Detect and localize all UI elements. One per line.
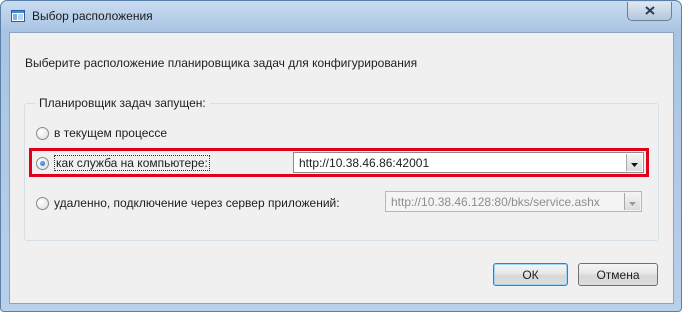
description-text: Выберите расположение планировщика задач… [25, 56, 418, 70]
service-url-dropdown[interactable] [626, 154, 642, 171]
option-in-process-label: в текущем процессе [54, 126, 168, 140]
chevron-down-icon [629, 195, 636, 209]
option-in-process[interactable]: в текущем процессе [36, 126, 167, 140]
dialog-window: Выбор расположения Выберите расположение… [0, 0, 682, 312]
remote-url-combo[interactable]: http://10.38.46.128:80/bks/service.ashx [385, 191, 642, 212]
ok-button[interactable]: ОК [493, 263, 568, 286]
close-icon [644, 4, 655, 18]
title-bar[interactable]: Выбор расположения [1, 1, 681, 31]
option-service[interactable]: как служба на компьютере: [36, 155, 210, 171]
group-caption: Планировщик задач запущен: [35, 96, 210, 110]
radio-service[interactable] [36, 156, 49, 170]
service-url-combo[interactable]: http://10.38.46.86:42001 [293, 152, 644, 173]
option-service-label: как служба на компьютере: [54, 155, 210, 171]
radio-remote[interactable] [36, 196, 49, 210]
cancel-button-label: Отмена [596, 267, 640, 282]
remote-url-dropdown[interactable] [624, 193, 640, 210]
cancel-button[interactable]: Отмена [578, 263, 658, 286]
window-title: Выбор расположения [32, 9, 153, 23]
chevron-down-icon [631, 156, 638, 170]
service-url-value: http://10.38.46.86:42001 [299, 155, 430, 170]
option-remote-label: удаленно, подключение через сервер прило… [54, 196, 340, 210]
option-remote[interactable]: удаленно, подключение через сервер прило… [36, 196, 340, 210]
ok-button-label: ОК [522, 267, 539, 282]
window-icon [11, 10, 25, 22]
close-button[interactable] [627, 2, 672, 21]
radio-in-process[interactable] [36, 126, 49, 140]
remote-url-value: http://10.38.46.128:80/bks/service.ashx [391, 194, 600, 209]
dialog-body: Выберите расположение планировщика задач… [9, 32, 674, 304]
